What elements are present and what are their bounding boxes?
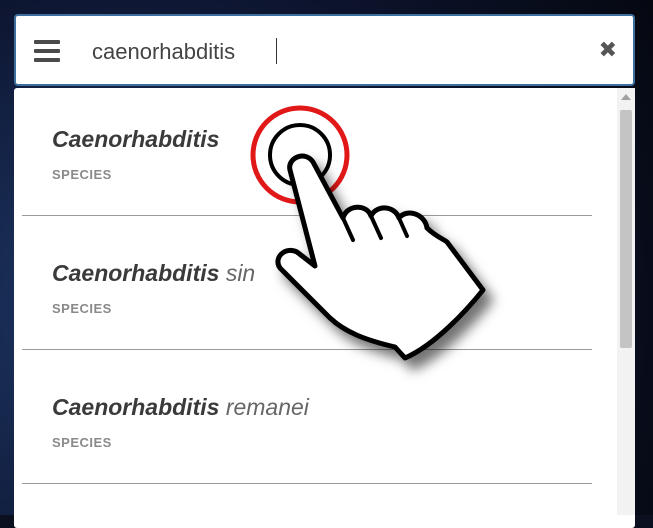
search-bar: ✖ <box>14 14 635 86</box>
result-type: SPECIES <box>52 167 112 182</box>
search-results-dropdown: Caenorhabditis SPECIES Caenorhabditis si… <box>14 88 635 528</box>
result-type: SPECIES <box>52 435 112 450</box>
result-item[interactable]: Caenorhabditis remanei SPECIES <box>14 356 604 490</box>
result-title: Caenorhabditis <box>52 126 219 153</box>
result-item[interactable]: Caenorhabditis sin SPECIES <box>14 222 604 356</box>
close-icon[interactable]: ✖ <box>599 38 617 63</box>
divider <box>22 349 592 350</box>
scrollbar[interactable] <box>617 88 635 515</box>
result-item[interactable]: Caenorhabditis SPECIES <box>14 88 604 222</box>
search-input[interactable] <box>90 35 574 69</box>
result-species: remanei <box>225 394 309 420</box>
result-genus: Caenorhabditis <box>52 260 220 286</box>
hamburger-menu-icon[interactable] <box>34 40 60 62</box>
result-species: sin <box>225 260 256 286</box>
result-genus: Caenorhabditis <box>52 126 220 152</box>
text-caret <box>276 38 277 64</box>
result-type: SPECIES <box>52 301 112 316</box>
divider <box>22 483 592 484</box>
scrollbar-thumb[interactable] <box>620 110 632 348</box>
result-genus: Caenorhabditis <box>52 394 220 420</box>
result-title: Caenorhabditis remanei <box>52 394 309 421</box>
scroll-up-arrow-icon[interactable] <box>621 94 631 100</box>
result-title: Caenorhabditis sin <box>52 260 255 287</box>
divider <box>22 215 592 216</box>
